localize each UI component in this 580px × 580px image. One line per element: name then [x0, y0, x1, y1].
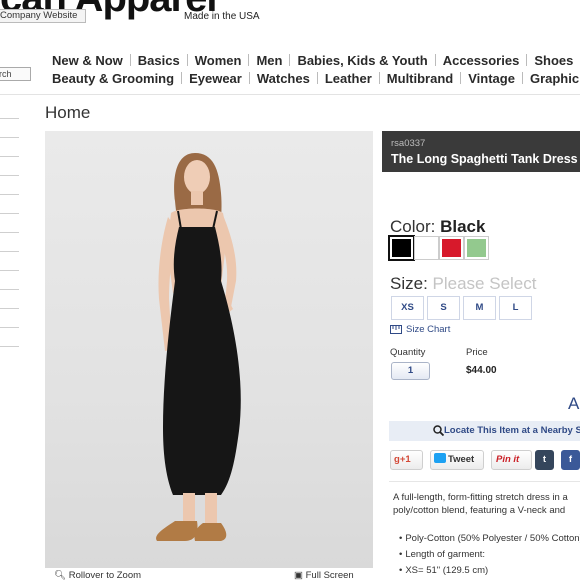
ruler-icon [390, 325, 402, 334]
header-divider [0, 94, 580, 95]
main-nav-row-2: Beauty & Grooming Eyewear Watches Leathe… [52, 70, 579, 86]
size-l-button[interactable]: L [499, 296, 532, 320]
nav-divider [181, 72, 183, 84]
nav-divider [248, 54, 250, 66]
product-title-bar: rsa0337 The Long Spaghetti Tank Dress [382, 131, 580, 172]
nav-divider [378, 72, 380, 84]
price-value: $44.00 [466, 365, 497, 376]
nav-divider [521, 72, 523, 84]
swatch-black[interactable] [388, 235, 415, 261]
nav-beauty-grooming[interactable]: Beauty & Grooming [52, 71, 174, 86]
detail-item: XS= 51" (129.5 cm) [399, 563, 580, 579]
nav-divider [248, 72, 250, 84]
nav-babies-kids-youth[interactable]: Babies, Kids & Youth [297, 53, 427, 68]
nav-shoes[interactable]: Shoes [534, 53, 573, 68]
locate-store-button[interactable]: Locate This Item at a Nearby Store [389, 421, 580, 441]
rollover-to-zoom-link[interactable]: 🔍︎ Rollover to Zoom [54, 570, 141, 580]
fullscreen-icon: ▣ [294, 570, 303, 580]
size-chart-label: Size Chart [406, 324, 451, 335]
detail-item: Length of garment: [399, 547, 580, 563]
breadcrumb[interactable]: Home [45, 103, 90, 123]
nav-divider [316, 72, 318, 84]
full-screen-link[interactable]: ▣ Full Screen [294, 570, 354, 580]
product-description: A full-length, form-fitting stretch dres… [393, 492, 568, 516]
nav-accessories[interactable]: Accessories [443, 53, 520, 68]
nav-basics[interactable]: Basics [138, 53, 180, 68]
size-xs-button[interactable]: XS [391, 296, 424, 320]
product-sku: rsa0337 [391, 138, 426, 149]
quantity-label: Quantity [390, 347, 426, 358]
tweet-label: Tweet [448, 454, 475, 465]
nav-divider [526, 54, 528, 66]
nav-divider [186, 54, 188, 66]
model-illustration [156, 153, 241, 541]
color-label: Color: [390, 217, 436, 236]
size-label: Size: [390, 274, 428, 293]
description-divider [389, 481, 580, 482]
nav-divider [434, 54, 436, 66]
add-to-cart-button[interactable]: A [568, 394, 579, 414]
swatch-red[interactable] [439, 236, 464, 260]
color-swatches [388, 235, 490, 261]
swatch-green[interactable] [464, 236, 489, 260]
search-icon [433, 425, 444, 436]
nav-women[interactable]: Women [195, 53, 242, 68]
nav-men[interactable]: Men [256, 53, 282, 68]
nav-multibrand[interactable]: Multibrand [387, 71, 453, 86]
quantity-input[interactable]: 1 [391, 362, 430, 380]
nav-new-and-now[interactable]: New & Now [52, 53, 123, 68]
swatch-white[interactable] [414, 236, 439, 260]
fullscreen-label: Full Screen [305, 570, 354, 580]
tumblr-button[interactable]: t [535, 450, 554, 470]
detail-item: Poly-Cotton (50% Polyester / 50% Cotton) [399, 531, 580, 547]
nav-vintage[interactable]: Vintage [468, 71, 515, 86]
selected-color-value: Black [440, 217, 486, 236]
made-in-usa-tagline: Made in the USA [184, 11, 260, 22]
nav-eyewear[interactable]: Eyewear [189, 71, 242, 86]
left-sidebar-rail [0, 118, 20, 365]
nav-leather[interactable]: Leather [325, 71, 372, 86]
tweet-button[interactable]: Tweet [430, 450, 484, 470]
rollover-label: Rollover to Zoom [68, 570, 142, 580]
nav-watches[interactable]: Watches [257, 71, 310, 86]
product-photo[interactable] [45, 131, 373, 568]
main-nav-row-1: New & Now Basics Women Men Babies, Kids … [52, 52, 573, 68]
twitter-icon [434, 453, 446, 463]
facebook-button[interactable]: f [561, 450, 580, 470]
nav-divider [460, 72, 462, 84]
search-button[interactable]: rch [0, 67, 31, 81]
nav-divider [129, 54, 131, 66]
nav-graphic[interactable]: Graphic [530, 71, 579, 86]
size-options: XS S M L [391, 296, 535, 320]
color-heading: Color: Black [390, 217, 485, 237]
zoom-icon: 🔍︎ [54, 570, 67, 580]
size-s-button[interactable]: S [427, 296, 460, 320]
product-name: The Long Spaghetti Tank Dress [391, 152, 578, 166]
locate-label: Locate This Item at a Nearby Store [444, 425, 580, 436]
google-plus-label: +1 [399, 454, 411, 465]
pin-it-button[interactable]: Pin it [491, 450, 532, 470]
google-plus-button[interactable]: g+1 [390, 450, 423, 470]
product-details-list: Poly-Cotton (50% Polyester / 50% Cotton)… [399, 531, 580, 579]
size-placeholder: Please Select [432, 274, 537, 293]
nav-divider [289, 54, 291, 66]
size-m-button[interactable]: M [463, 296, 496, 320]
size-chart-link[interactable]: Size Chart [390, 324, 450, 335]
price-label: Price [466, 347, 488, 358]
company-website-link[interactable]: Company Website [0, 9, 86, 23]
size-heading: Size: Please Select [390, 274, 536, 294]
